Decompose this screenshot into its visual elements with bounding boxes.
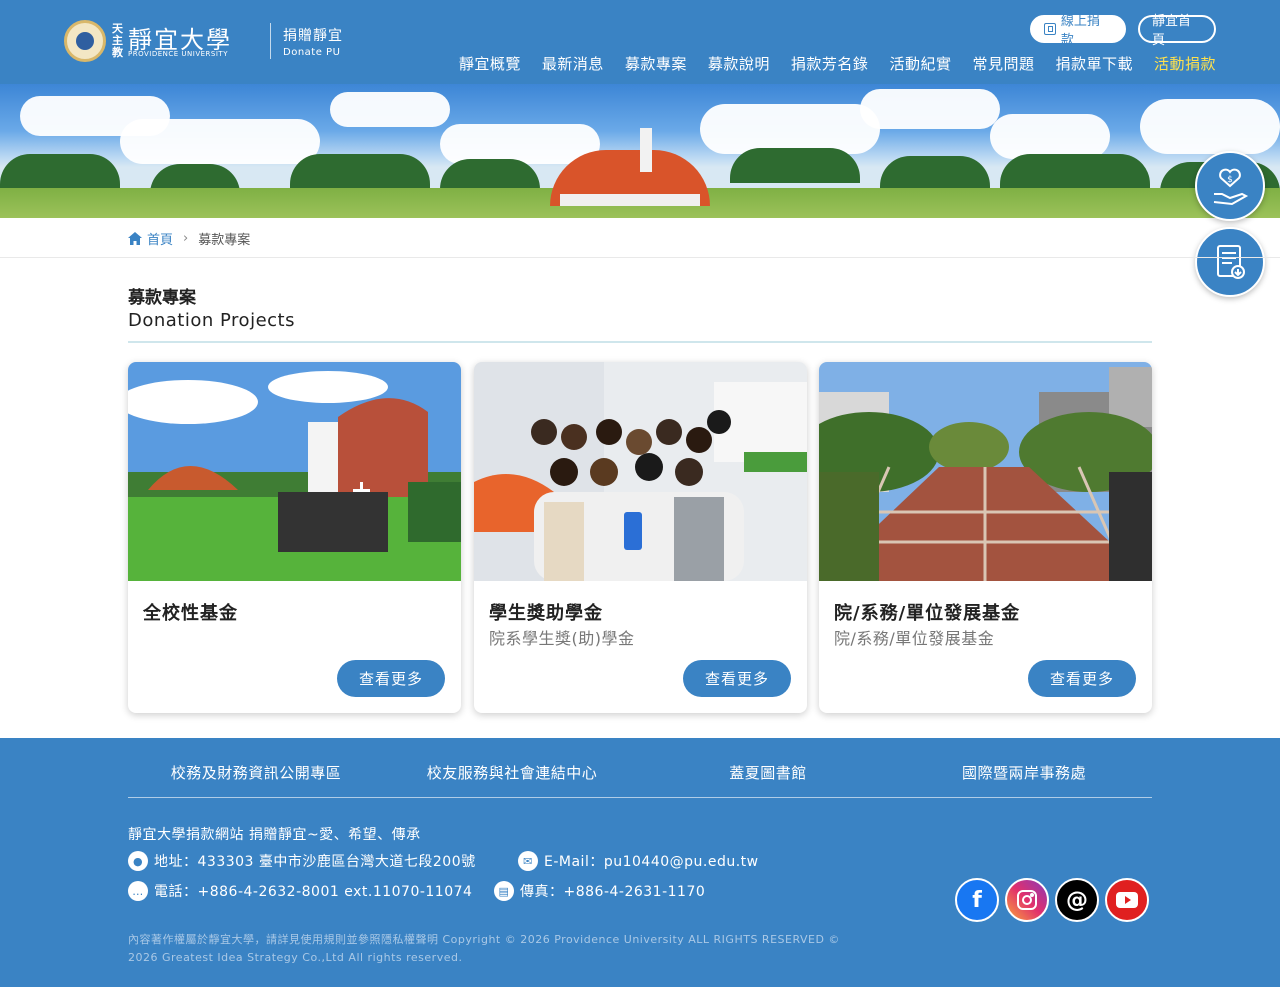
cloud xyxy=(120,119,320,164)
donate-floating-button[interactable]: $ xyxy=(1195,151,1265,221)
phone-text: 電話：+886-4-2632-8001 ext.11070-11074 xyxy=(154,884,473,900)
cloud xyxy=(860,89,1000,129)
footer-phone: … 電話：+886-4-2632-8001 ext.11070-11074 xyxy=(128,881,472,901)
chevron-right-icon: › xyxy=(183,231,189,246)
breadcrumb: 首頁 › 募款專案 xyxy=(128,229,250,248)
logo-name-en: PROVIDENCE UNIVERSITY xyxy=(128,50,228,58)
printer-icon: ▤ xyxy=(494,881,514,901)
address-text: 地址：433303 臺中市沙鹿區台灣大道七段200號 xyxy=(154,854,476,870)
nav-item-forms[interactable]: 捐款單下載 xyxy=(1055,53,1133,74)
view-more-button[interactable]: 查看更多 xyxy=(337,660,445,697)
footer-email[interactable]: ✉ E-Mail：pu10440@pu.edu.tw xyxy=(518,851,759,871)
cloud xyxy=(990,114,1110,159)
document-download-icon xyxy=(1217,245,1245,279)
footer-links: 校務及財務資訊公開專區 校友服務與社會連結中心 蓋夏圖書館 國際暨兩岸事務處 xyxy=(128,762,1152,783)
envelope-icon: ✉ xyxy=(518,851,538,871)
footer-fax: ▤ 傳真：+886-4-2631-1170 xyxy=(494,881,705,901)
chat-bubble-icon: … xyxy=(128,881,148,901)
download-floating-button[interactable] xyxy=(1195,227,1265,297)
card-image-students xyxy=(474,362,807,581)
home-icon xyxy=(128,232,142,245)
tree xyxy=(730,148,860,183)
svg-text:$: $ xyxy=(1227,175,1233,185)
site-footer: 校務及財務資訊公開專區 校友服務與社會連結中心 蓋夏圖書館 國際暨兩岸事務處 靜… xyxy=(0,738,1280,987)
page-subtitle: Donation Projects xyxy=(128,310,295,331)
view-more-button[interactable]: 查看更多 xyxy=(1028,660,1136,697)
card-image-chapel xyxy=(128,362,461,581)
project-card-campus-fund[interactable]: 全校性基金 查看更多 xyxy=(128,362,461,713)
chapel-building xyxy=(550,128,710,206)
threads-icon[interactable]: @ xyxy=(1055,878,1099,922)
logo-divider xyxy=(270,23,271,59)
nav-item-news[interactable]: 最新消息 xyxy=(542,53,604,74)
university-home-button[interactable]: 靜宜首頁 xyxy=(1138,14,1216,48)
footer-link-international[interactable]: 國際暨兩岸事務處 xyxy=(896,762,1152,783)
breadcrumb-home-link[interactable]: 首頁 xyxy=(147,229,173,248)
card-title: 全校性基金 xyxy=(143,603,238,624)
logo-subtitle-cn: 捐贈靜宜 xyxy=(283,27,343,44)
nav-item-donation-info[interactable]: 募款說明 xyxy=(708,53,770,74)
view-more-button[interactable]: 查看更多 xyxy=(683,660,791,697)
nav-item-event-donation[interactable]: 活動捐款 xyxy=(1154,53,1216,74)
nav-item-donor-list[interactable]: 捐款芳名錄 xyxy=(791,53,869,74)
nav-item-events[interactable]: 活動紀實 xyxy=(889,53,951,74)
card-title: 學生獎助學金 xyxy=(489,603,603,624)
footer-slogan: 靜宜大學捐款網站 捐贈靜宜~愛、希望、傳承 xyxy=(128,827,421,843)
online-donate-button[interactable]: 線上捐款 xyxy=(1030,14,1126,48)
footer-divider xyxy=(128,797,1152,798)
project-card-scholarships[interactable]: 學生獎助學金 院系學生獎(助)學金 查看更多 xyxy=(474,362,807,713)
location-pin-icon: ● xyxy=(128,851,148,871)
copyright-text: 內容著作權屬於靜宜大學，請詳見使用規則並參照隱私權聲明 Copyright © … xyxy=(128,933,840,964)
nav-item-overview[interactable]: 靜宜概覽 xyxy=(459,53,521,74)
breadcrumb-current: 募款專案 xyxy=(198,233,251,248)
gift-icon xyxy=(1044,23,1056,35)
tree xyxy=(1000,154,1150,189)
page-title: 募款專案 xyxy=(128,288,196,308)
footer-link-library[interactable]: 蓋夏圖書館 xyxy=(640,762,896,783)
hand-heart-icon: $ xyxy=(1213,168,1249,206)
card-subtitle: 院系學生獎(助)學金 xyxy=(489,629,635,648)
nav-item-projects[interactable]: 募款專案 xyxy=(625,53,687,74)
site-logo[interactable]: 天主教 靜宜大學 PROVIDENCE UNIVERSITY 捐贈靜宜 Dona… xyxy=(64,20,343,62)
email-text: E-Mail：pu10440@pu.edu.tw xyxy=(544,854,759,870)
footer-link-alumni[interactable]: 校友服務與社會連結中心 xyxy=(384,762,640,783)
cloud xyxy=(330,92,450,127)
hero-banner xyxy=(0,84,1280,218)
tree xyxy=(880,156,990,191)
nav-item-faq[interactable]: 常見問題 xyxy=(972,53,1034,74)
fax-text: 傳真：+886-4-2631-1170 xyxy=(520,884,706,900)
online-donate-label: 線上捐款 xyxy=(1060,14,1100,48)
logo-wordmark: 天主教 靜宜大學 PROVIDENCE UNIVERSITY xyxy=(112,20,262,62)
logo-side-text: 天主教 xyxy=(112,22,123,59)
university-seal-icon xyxy=(64,20,106,62)
cloud xyxy=(700,104,880,154)
section-divider xyxy=(128,341,1152,343)
card-title: 院/系務/單位發展基金 xyxy=(834,603,1021,624)
youtube-icon[interactable] xyxy=(1105,878,1149,922)
tree xyxy=(290,154,430,189)
tree xyxy=(0,154,120,189)
project-card-department-fund[interactable]: 院/系務/單位發展基金 院/系務/單位發展基金 查看更多 xyxy=(819,362,1152,713)
footer-address: ● 地址：433303 臺中市沙鹿區台灣大道七段200號 xyxy=(128,851,476,871)
main-nav: 靜宜概覽 最新消息 募款專案 募款說明 捐款芳名錄 活動紀實 常見問題 捐款單下… xyxy=(459,53,1216,74)
footer-link-disclosure[interactable]: 校務及財務資訊公開專區 xyxy=(128,762,384,783)
site-header: 天主教 靜宜大學 PROVIDENCE UNIVERSITY 捐贈靜宜 Dona… xyxy=(0,0,1280,84)
breadcrumb-divider xyxy=(0,257,1280,258)
facebook-icon[interactable]: f xyxy=(955,878,999,922)
logo-subtitle: 捐贈靜宜 Donate PU xyxy=(283,25,343,58)
cloud xyxy=(1140,99,1280,154)
instagram-icon[interactable] xyxy=(1005,878,1049,922)
card-image-campus-plaza xyxy=(819,362,1152,581)
card-subtitle: 院/系務/單位發展基金 xyxy=(834,629,995,648)
logo-subtitle-en: Donate PU xyxy=(283,46,341,58)
